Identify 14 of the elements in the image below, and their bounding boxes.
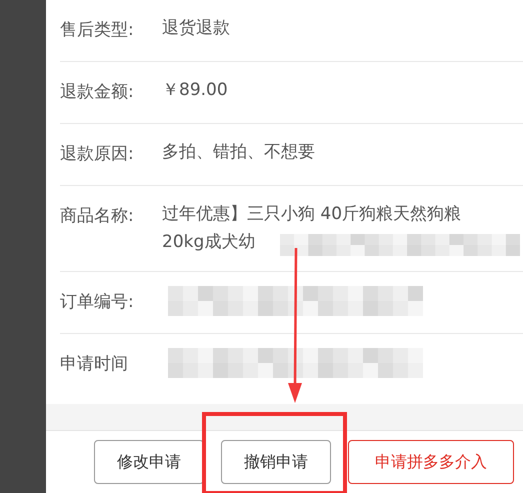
field-label: 售后类型: — [60, 19, 135, 42]
action-button[interactable]: 撤销申请 — [221, 440, 331, 484]
field-label: 退款原因: — [60, 143, 135, 166]
field-value: ￥89.00 — [162, 79, 228, 102]
field-label: 商品名称: — [60, 205, 135, 228]
field-value: 多拍、错拍、不想要 — [162, 141, 315, 164]
field-label: 申请时间 — [60, 353, 129, 376]
field-label: 退款金额: — [60, 81, 135, 104]
field-value: 20kg成犬幼 — [162, 231, 256, 254]
action-button[interactable]: 申请拼多多介入 — [348, 440, 514, 484]
field-value: 过年优惠】三只小狗 40斤狗粮天然狗粮 — [162, 203, 462, 226]
field-value: 退货退款 — [162, 17, 230, 40]
action-button[interactable]: 修改申请 — [94, 440, 204, 484]
field-label: 订单编号: — [60, 291, 135, 314]
